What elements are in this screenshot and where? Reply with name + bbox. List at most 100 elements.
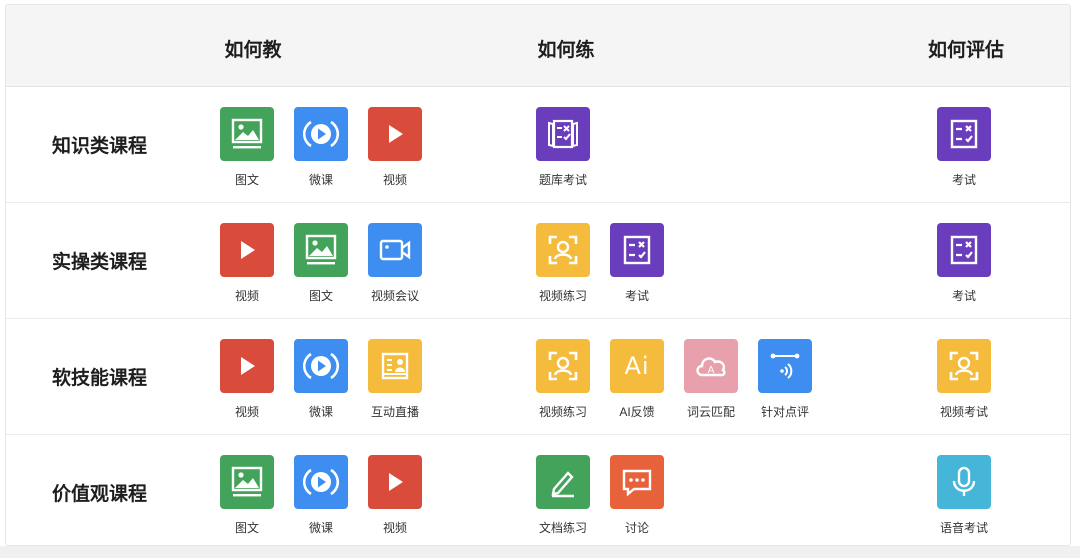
method-label: 视频 bbox=[382, 173, 408, 187]
cell-practice: 文档练习 讨论 bbox=[536, 455, 684, 545]
method-tile[interactable]: 互动直播 bbox=[368, 339, 422, 421]
column-header-teach: 如何教 bbox=[224, 40, 282, 61]
row-label: 实操类课程 bbox=[52, 252, 148, 273]
row-label: 知识类课程 bbox=[52, 136, 148, 157]
method-label: 考试 bbox=[624, 289, 650, 303]
method-tile[interactable]: 视频会议 bbox=[368, 223, 422, 305]
question-bank-icon bbox=[536, 107, 590, 161]
method-tile[interactable]: 语音考试 bbox=[937, 455, 991, 537]
image-icon bbox=[294, 223, 348, 277]
pencil-icon bbox=[536, 455, 590, 509]
image-icon bbox=[220, 455, 274, 509]
row-label: 价值观课程 bbox=[52, 484, 148, 505]
method-label: 讨论 bbox=[624, 521, 650, 535]
method-label: 词云匹配 bbox=[686, 405, 736, 419]
audio-review-icon bbox=[758, 339, 812, 393]
play-icon bbox=[368, 107, 422, 161]
method-tile[interactable]: 针对点评 bbox=[758, 339, 812, 421]
method-label: 考试 bbox=[951, 173, 977, 187]
method-label: 视频会议 bbox=[370, 289, 420, 303]
method-label: 微课 bbox=[308, 405, 334, 419]
play-circle-icon bbox=[294, 455, 348, 509]
method-label: 视频练习 bbox=[538, 289, 588, 303]
method-label: 针对点评 bbox=[760, 405, 810, 419]
play-circle-icon bbox=[294, 339, 348, 393]
cell-teach: 视频 图文 视频会议 bbox=[220, 223, 442, 313]
method-label: 语音考试 bbox=[939, 521, 989, 535]
method-label: 微课 bbox=[308, 173, 334, 187]
method-tile[interactable]: 考试 bbox=[937, 107, 991, 189]
microphone-icon bbox=[937, 455, 991, 509]
method-tile[interactable]: 视频练习 bbox=[536, 223, 590, 305]
method-tile[interactable]: 视频练习 bbox=[536, 339, 590, 421]
method-tile[interactable]: 视频考试 bbox=[937, 339, 991, 421]
face-frame-icon bbox=[937, 339, 991, 393]
play-icon bbox=[220, 339, 274, 393]
live-broadcast-icon bbox=[368, 339, 422, 393]
cell-teach: 图文 微课 视频 bbox=[220, 455, 442, 545]
course-row: 价值观课程 图文 微课 视频 文档练习 讨论 语音考试 bbox=[6, 435, 1070, 545]
column-header-evaluate: 如何评估 bbox=[927, 40, 1005, 61]
play-icon bbox=[368, 455, 422, 509]
method-tile[interactable]: A 词云匹配 bbox=[684, 339, 738, 421]
method-label: 互动直播 bbox=[370, 405, 420, 419]
method-label: 文档练习 bbox=[538, 521, 588, 535]
cell-evaluate: 考试 bbox=[937, 107, 1011, 197]
method-tile[interactable]: 微课 bbox=[294, 339, 348, 421]
method-label: 视频 bbox=[382, 521, 408, 535]
ai-icon-text: Ai bbox=[624, 352, 650, 380]
method-label: 图文 bbox=[308, 289, 334, 303]
cell-practice: 视频练习 考试 bbox=[536, 223, 684, 313]
method-tile[interactable]: 讨论 bbox=[610, 455, 664, 537]
course-row: 实操类课程 视频 图文 视频会议 视频练习 考试 考试 bbox=[6, 203, 1070, 319]
row-label: 软技能课程 bbox=[52, 368, 148, 389]
image-icon bbox=[220, 107, 274, 161]
course-row: 知识类课程 图文 微课 视频 题库考试 考试 bbox=[6, 87, 1070, 203]
method-label: 微课 bbox=[308, 521, 334, 535]
exam-icon bbox=[937, 223, 991, 277]
video-camera-icon bbox=[368, 223, 422, 277]
method-tile[interactable]: 视频 bbox=[368, 107, 422, 189]
face-frame-icon bbox=[536, 223, 590, 277]
play-circle-icon bbox=[294, 107, 348, 161]
method-tile[interactable]: 考试 bbox=[610, 223, 664, 305]
method-tile[interactable]: 图文 bbox=[294, 223, 348, 305]
method-label: 视频 bbox=[234, 405, 260, 419]
method-tile[interactable]: 文档练习 bbox=[536, 455, 590, 537]
method-tile[interactable]: 考试 bbox=[937, 223, 991, 305]
method-label: 视频练习 bbox=[538, 405, 588, 419]
method-tile[interactable]: 题库考试 bbox=[536, 107, 590, 189]
cell-evaluate: 语音考试 bbox=[937, 455, 1011, 545]
column-header-row: 如何教 如何练 如何评估 bbox=[6, 5, 1070, 87]
cell-practice: 视频练习 Ai AI反馈 A 词云匹配 针对点评 bbox=[536, 339, 832, 429]
method-tile[interactable]: 图文 bbox=[220, 455, 274, 537]
ai-icon: Ai bbox=[610, 339, 664, 393]
method-label: 图文 bbox=[234, 173, 260, 187]
method-tile[interactable]: Ai AI反馈 bbox=[610, 339, 664, 421]
method-label: 视频 bbox=[234, 289, 260, 303]
method-tile[interactable]: 微课 bbox=[294, 107, 348, 189]
chat-icon bbox=[610, 455, 664, 509]
exam-icon bbox=[937, 107, 991, 161]
method-label: AI反馈 bbox=[619, 405, 655, 419]
column-header-practice: 如何练 bbox=[537, 40, 595, 61]
exam-icon bbox=[610, 223, 664, 277]
method-tile[interactable]: 视频 bbox=[220, 223, 274, 305]
cell-evaluate: 考试 bbox=[937, 223, 1011, 313]
method-label: 考试 bbox=[951, 289, 977, 303]
word-cloud-icon: A bbox=[684, 339, 738, 393]
method-tile[interactable]: 微课 bbox=[294, 455, 348, 537]
method-tile[interactable]: 视频 bbox=[220, 339, 274, 421]
face-frame-icon bbox=[536, 339, 590, 393]
bottom-strip bbox=[0, 546, 1080, 558]
course-row: 软技能课程视频 微课 互动直播 视频练习 Ai AI反馈 A 词云匹配 针对点评 视频考试 bbox=[6, 319, 1070, 435]
cell-teach: 图文 微课 视频 bbox=[220, 107, 442, 197]
method-tile[interactable]: 图文 bbox=[220, 107, 274, 189]
method-label: 题库考试 bbox=[538, 173, 588, 187]
method-label: 视频考试 bbox=[939, 405, 989, 419]
method-tile[interactable]: 视频 bbox=[368, 455, 422, 537]
cell-practice: 题库考试 bbox=[536, 107, 610, 197]
method-label: 图文 bbox=[234, 521, 260, 535]
cell-evaluate: 视频考试 bbox=[937, 339, 1011, 429]
svg-text:A: A bbox=[708, 365, 715, 376]
